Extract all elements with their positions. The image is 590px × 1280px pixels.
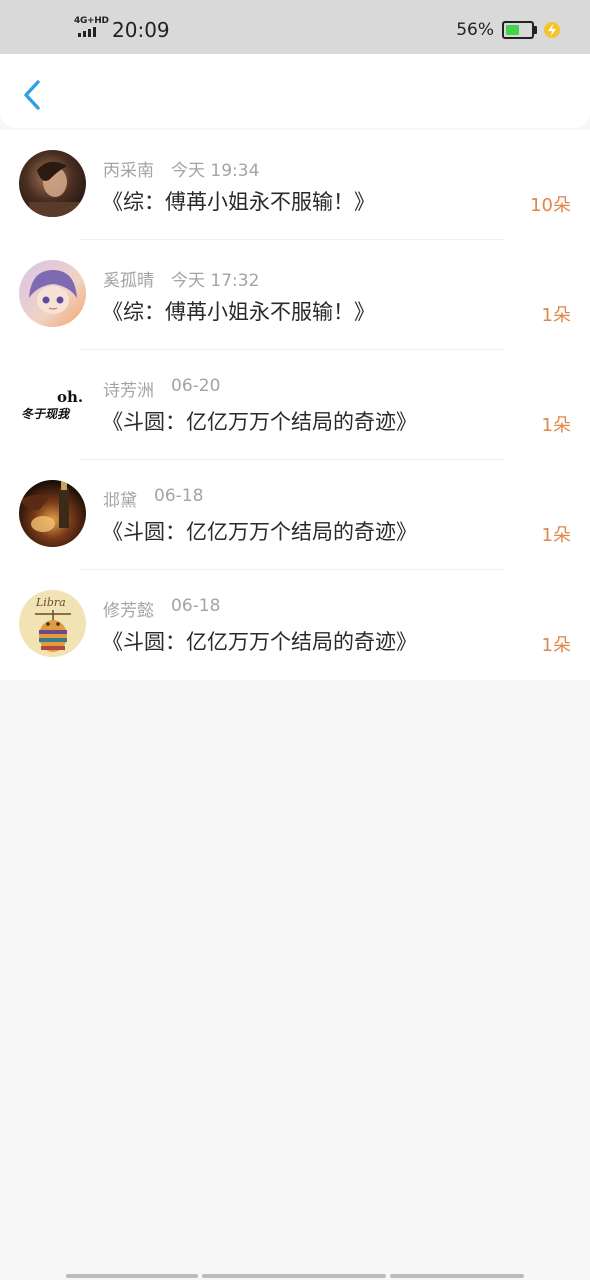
avatar-text: oh. [57, 388, 83, 406]
network-type: 4G+HD [74, 16, 109, 26]
timestamp: 06-20 [171, 376, 221, 396]
charging-bolt-icon [544, 22, 560, 38]
list-item[interactable]: oh. 冬于现我 诗芳洲 06-20 《斗圆：亿亿万万个结局的奇迹》 1朵 [0, 350, 590, 460]
gift-list: 丙采南 今天 19:34 《综：傅苒小姐永不服输！》 10朵 奚孤晴 今天 17… [0, 130, 590, 680]
gift-amount: 1朵 [541, 305, 571, 326]
avatar-text: Libra [35, 596, 66, 609]
book-title: 《综：傅苒小姐永不服输！》 [102, 190, 375, 214]
avatar[interactable] [19, 260, 86, 327]
list-item[interactable]: Libra 修芳懿 06-18 《斗圆：亿亿万万个结局的奇迹》 1朵 [0, 570, 590, 680]
avatar[interactable] [19, 150, 86, 217]
list-item[interactable]: 丙采南 今天 19:34 《综：傅苒小姐永不服输！》 10朵 [0, 130, 590, 240]
gift-amount: 1朵 [541, 635, 571, 656]
battery-icon [502, 21, 537, 39]
avatar-text: 冬于现我 [21, 407, 71, 421]
battery-level [506, 25, 519, 35]
book-title: 《综：傅苒小姐永不服输！》 [102, 300, 375, 324]
battery-percent: 56% [456, 20, 494, 40]
avatar[interactable]: Libra [19, 590, 86, 657]
list-item[interactable]: 邶黛 06-18 《斗圆：亿亿万万个结局的奇迹》 1朵 [0, 460, 590, 570]
list-item[interactable]: 奚孤晴 今天 17:32 《综：傅苒小姐永不服输！》 1朵 [0, 240, 590, 350]
timestamp: 今天 19:34 [171, 161, 260, 181]
clock: 20:09 [112, 18, 170, 42]
top-nav-bar [0, 54, 590, 128]
item-meta: 奚孤晴 今天 17:32 [103, 266, 259, 291]
chevron-left-icon [24, 80, 40, 110]
gift-amount: 1朵 [541, 525, 571, 546]
back-button[interactable] [20, 78, 46, 112]
sender-name: 丙采南 [103, 161, 154, 181]
sender-name: 邶黛 [103, 491, 137, 511]
status-bar: 4G+HD 20:09 56% [0, 0, 590, 54]
cellular-signal-icon: 4G+HD [74, 16, 109, 42]
item-meta: 修芳懿 06-18 [103, 596, 220, 621]
book-title: 《斗圆：亿亿万万个结局的奇迹》 [102, 520, 417, 544]
gift-amount: 10朵 [530, 195, 571, 216]
timestamp: 06-18 [171, 596, 221, 616]
book-title: 《斗圆：亿亿万万个结局的奇迹》 [102, 630, 417, 654]
timestamp: 06-18 [154, 486, 204, 506]
item-meta: 诗芳洲 06-20 [103, 376, 220, 401]
sender-name: 修芳懿 [103, 601, 154, 621]
gift-amount: 1朵 [541, 415, 571, 436]
sender-name: 诗芳洲 [103, 381, 154, 401]
timestamp: 今天 17:32 [171, 271, 260, 291]
item-meta: 丙采南 今天 19:34 [103, 156, 259, 181]
home-indicator[interactable] [66, 1274, 526, 1278]
item-meta: 邶黛 06-18 [103, 486, 203, 511]
status-right: 56% [456, 20, 560, 40]
status-left: 4G+HD 20:09 [74, 16, 170, 42]
avatar[interactable]: oh. 冬于现我 [19, 370, 86, 437]
avatar[interactable] [19, 480, 86, 547]
sender-name: 奚孤晴 [103, 271, 154, 291]
book-title: 《斗圆：亿亿万万个结局的奇迹》 [102, 410, 417, 434]
